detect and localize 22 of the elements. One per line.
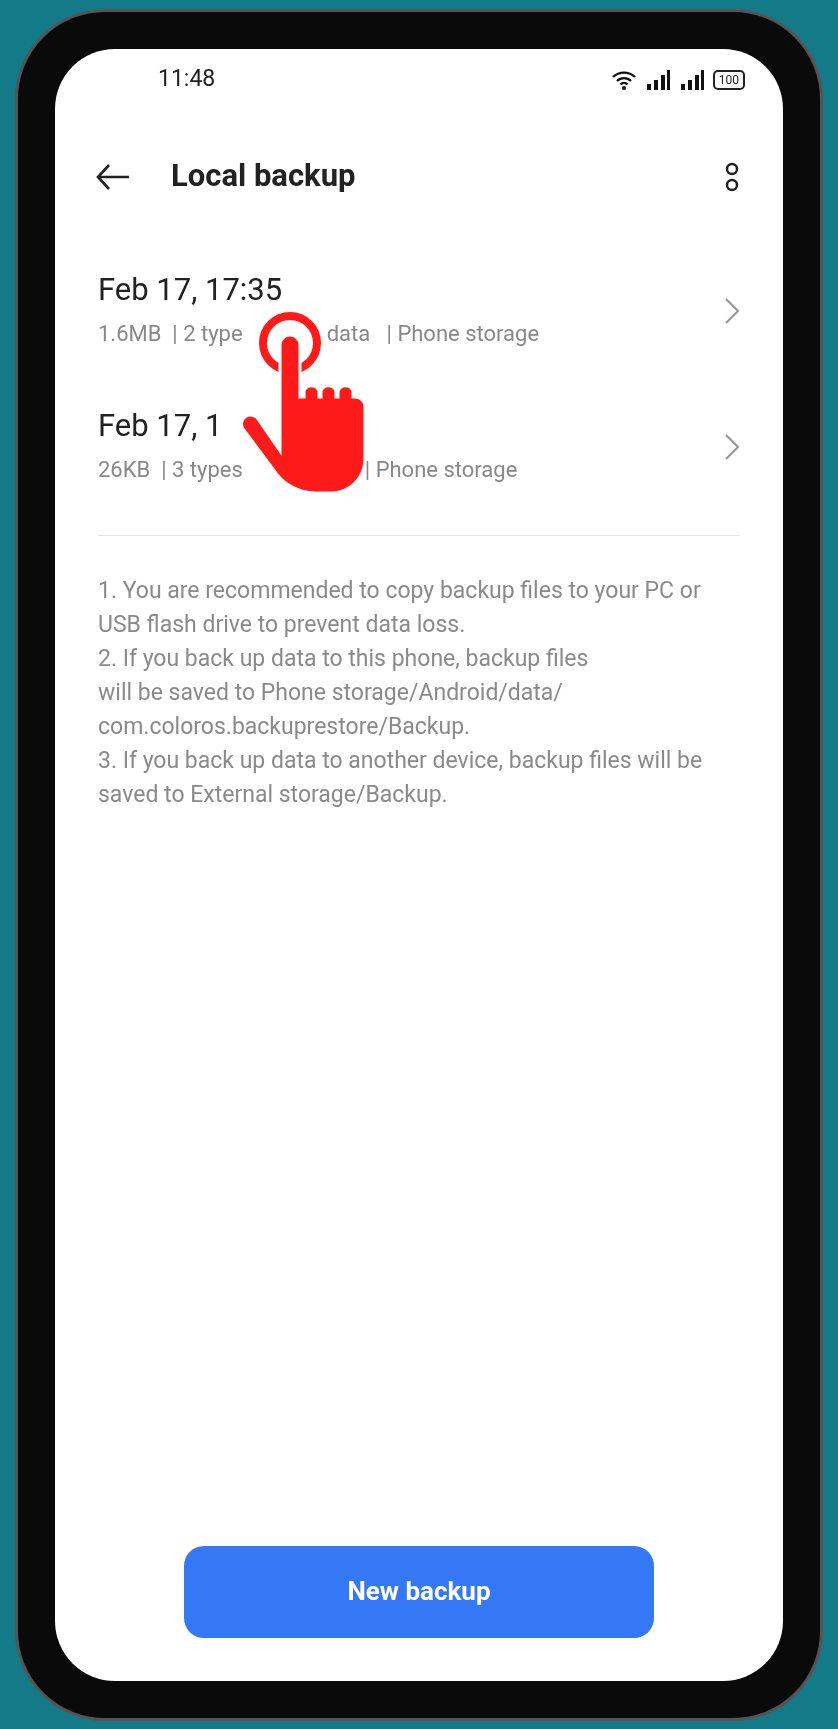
note-text: 3. If you back up data to another device, backup files will be saved to External storage/Backup. — [98, 745, 704, 810]
backup-list-item[interactable]: Feb 17, 1 26KB | 3 types | Phone storage — [98, 378, 740, 515]
backup-date: Feb 17, 1 — [98, 406, 224, 446]
wifi-icon — [610, 69, 637, 90]
back-arrow-icon[interactable] — [95, 162, 131, 191]
backup-details: | Phone storage — [364, 456, 518, 485]
note-text: 2. If you back up data to this phone, backup files will be saved to Phone storage/Android/data/ com.coloros.backuprestore/Backup. — [98, 643, 590, 742]
signal-icon — [678, 69, 705, 90]
battery-indicator: 100 — [712, 69, 745, 90]
new-backup-button[interactable]: New backup — [184, 1545, 654, 1638]
chevron-right-icon — [724, 432, 740, 461]
backup-list-item[interactable]: Feb 17, 17:35 1.6MB | 2 type data | Phone storage — [98, 242, 740, 379]
chevron-right-icon — [724, 296, 740, 325]
status-time: 11:48 — [158, 64, 216, 95]
more-options-icon[interactable] — [725, 161, 739, 192]
signal-icon — [644, 69, 671, 90]
backup-details: 1.6MB | 2 type — [98, 320, 243, 349]
backup-details: 26KB | 3 types — [98, 456, 243, 485]
backup-details: data | Phone storage — [326, 320, 540, 349]
note-text: 1. You are recommended to copy backup files to your PC or USB flash drive to prevent data loss. — [98, 575, 702, 640]
backup-date: Feb 17, 17:35 — [98, 270, 284, 310]
page-title: Local backup — [171, 156, 357, 197]
